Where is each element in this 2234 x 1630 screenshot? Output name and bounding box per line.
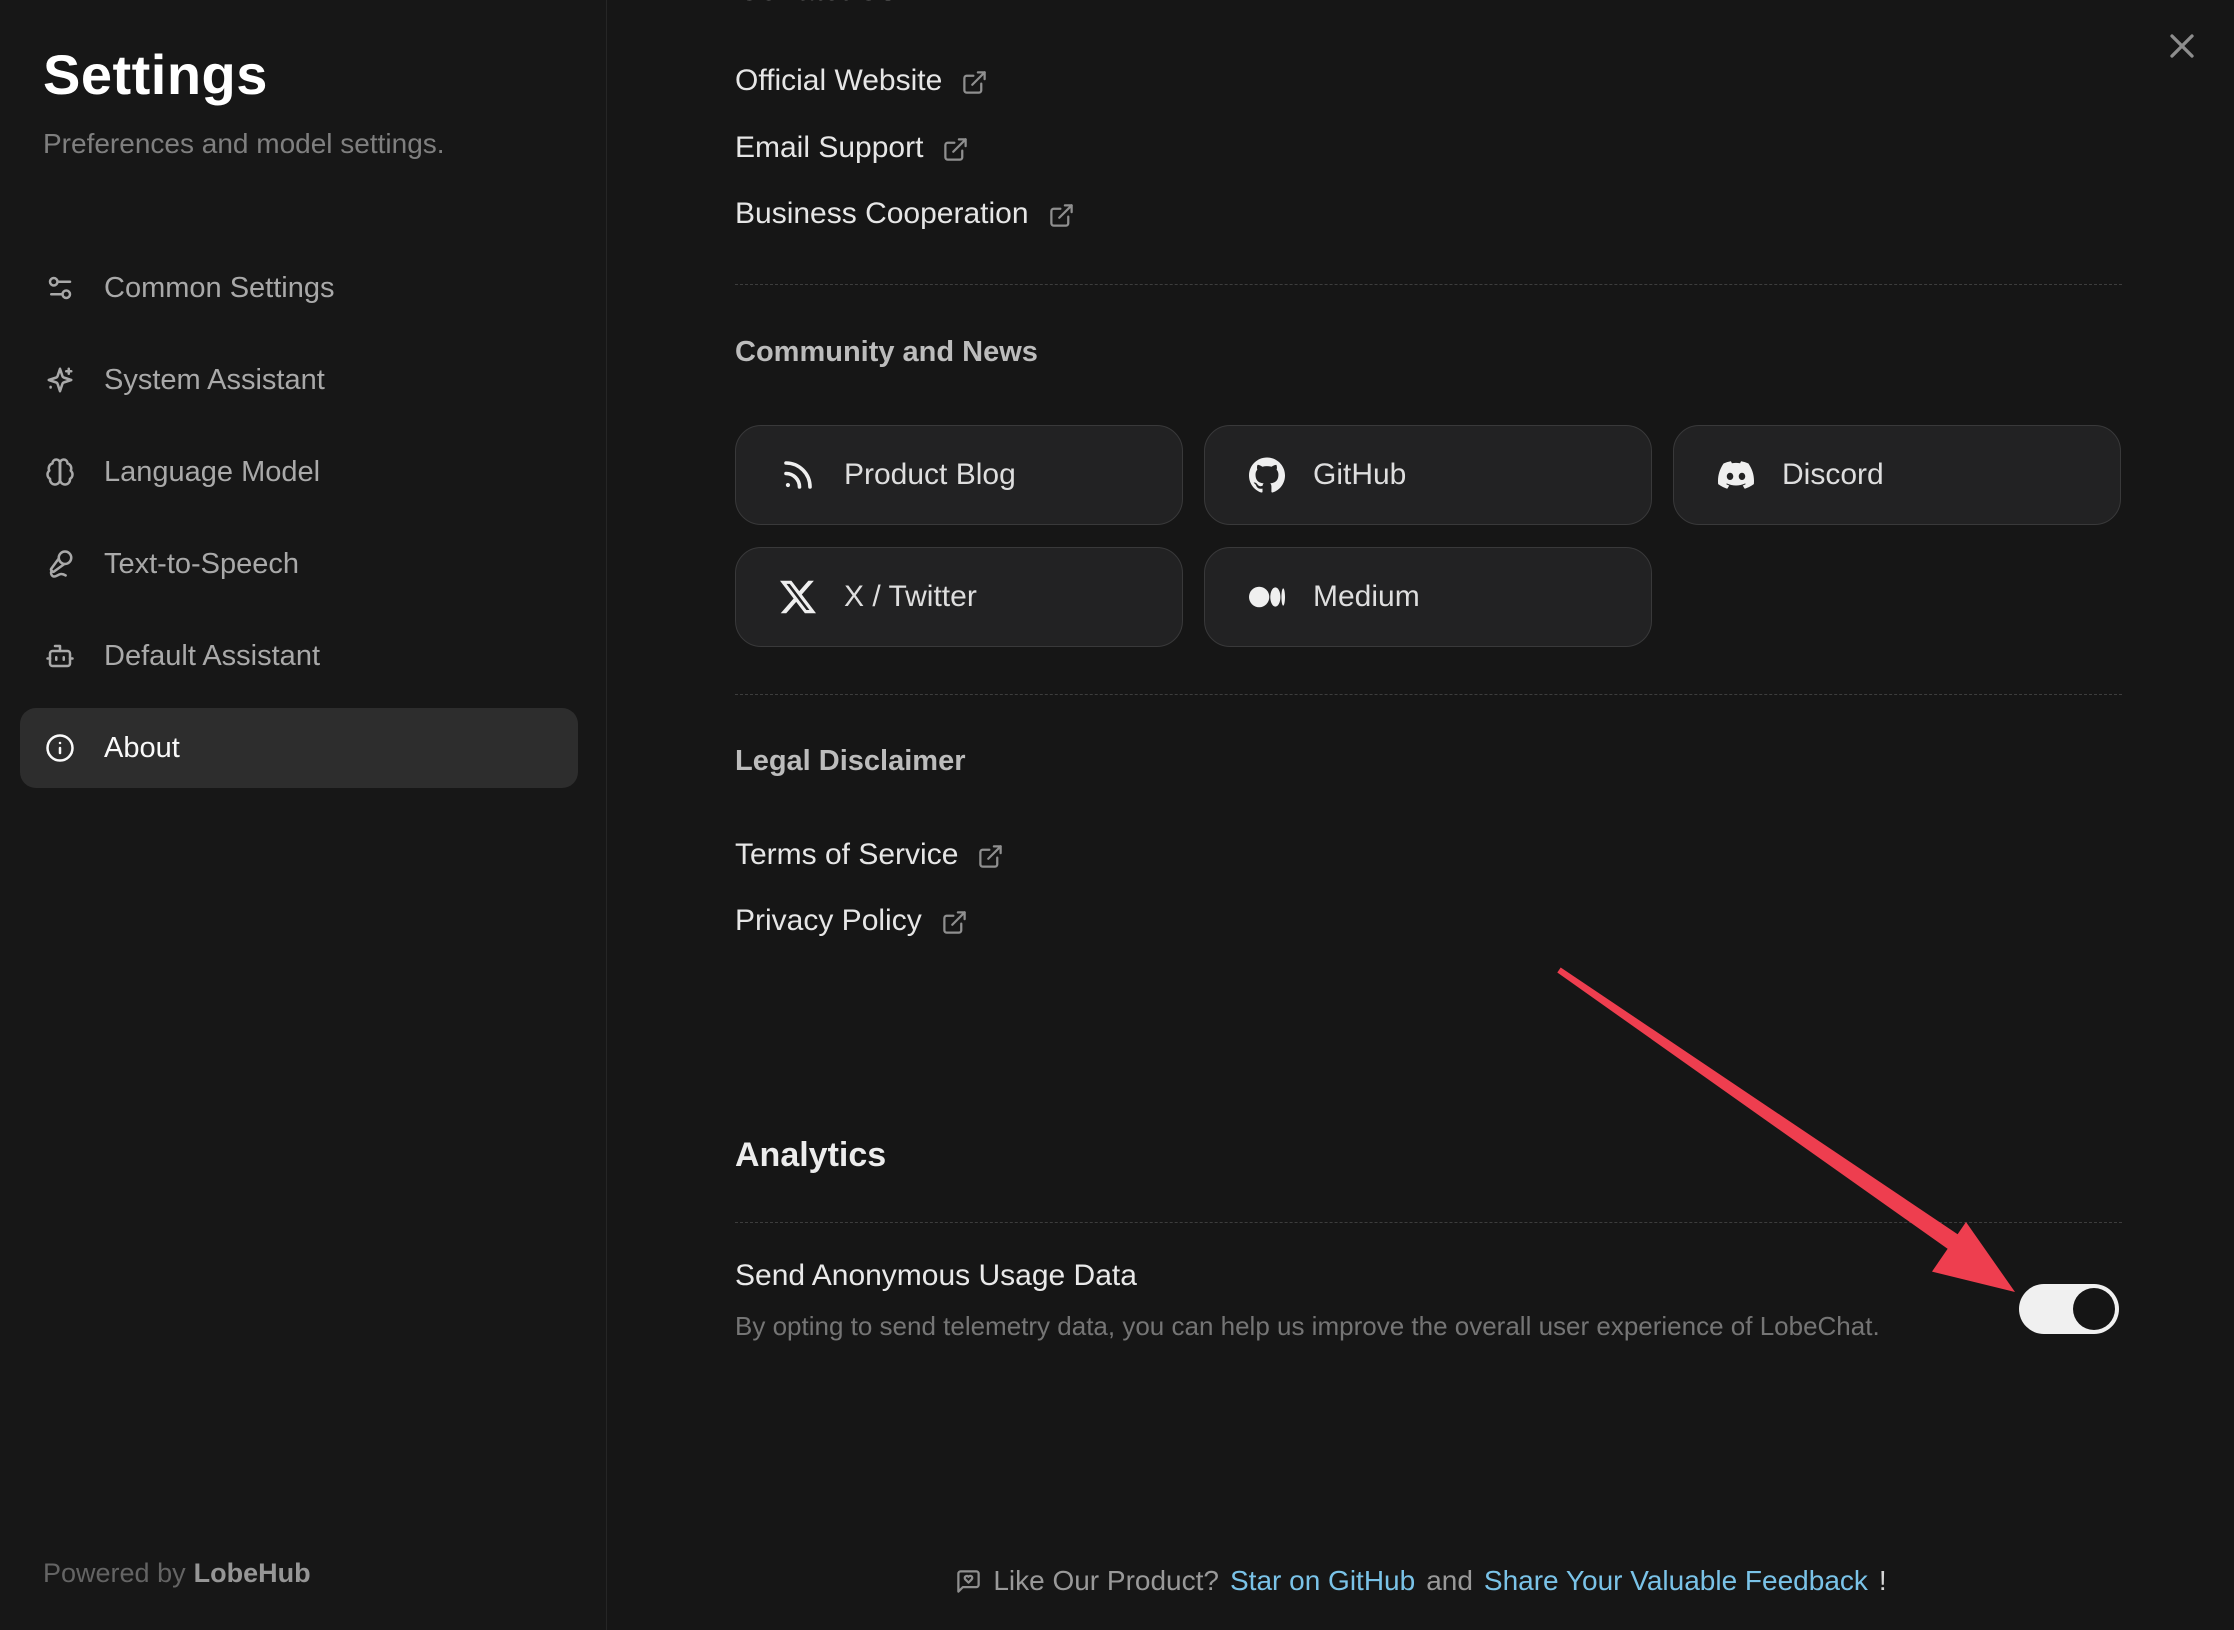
sidebar-item-common-settings[interactable]: Common Settings bbox=[20, 248, 578, 328]
note-prefix: Like Our Product? bbox=[993, 1565, 1219, 1597]
sidebar-item-system-assistant[interactable]: System Assistant bbox=[20, 340, 578, 420]
sparkles-icon bbox=[45, 365, 75, 395]
sidebar-item-label: Default Assistant bbox=[104, 640, 320, 673]
discord-button[interactable]: Discord bbox=[1673, 425, 2121, 525]
sidebar-item-label: Text-to-Speech bbox=[104, 548, 299, 581]
link-label: Privacy Policy bbox=[735, 904, 922, 938]
rss-icon bbox=[780, 457, 816, 493]
external-link-icon bbox=[977, 843, 1004, 870]
about-content: Contact Us Official Website Email Suppor… bbox=[735, 0, 2122, 1630]
brand-logo[interactable]: LobeHub bbox=[194, 1558, 311, 1588]
microphone-icon bbox=[45, 549, 75, 579]
medium-button[interactable]: Medium bbox=[1204, 547, 1652, 647]
sidebar-item-label: Language Model bbox=[104, 456, 320, 489]
usage-data-toggle[interactable] bbox=[2019, 1284, 2119, 1334]
github-button[interactable]: GitHub bbox=[1204, 425, 1652, 525]
bottom-note: Like Our Product? Star on GitHub and Sha… bbox=[608, 1559, 2234, 1603]
sidebar-item-language-model[interactable]: Language Model bbox=[20, 432, 578, 512]
terms-of-service-link[interactable]: Terms of Service bbox=[735, 835, 1004, 875]
business-cooperation-link[interactable]: Business Cooperation bbox=[735, 194, 1075, 234]
discord-icon bbox=[1718, 457, 1754, 493]
email-support-link[interactable]: Email Support bbox=[735, 128, 969, 168]
button-label: Medium bbox=[1313, 580, 1420, 614]
page-title: Settings bbox=[43, 42, 268, 107]
sidebar-item-default-assistant[interactable]: Default Assistant bbox=[20, 616, 578, 696]
sidebar-item-label: About bbox=[104, 732, 180, 765]
bot-icon bbox=[45, 641, 75, 671]
usage-data-description: By opting to send telemetry data, you ca… bbox=[735, 1311, 1880, 1342]
link-label: Business Cooperation bbox=[735, 197, 1029, 231]
sidebar-item-text-to-speech[interactable]: Text-to-Speech bbox=[20, 524, 578, 604]
contact-us-heading: Contact Us bbox=[738, 0, 896, 8]
legal-heading: Legal Disclaimer bbox=[735, 745, 966, 778]
share-feedback-link[interactable]: Share Your Valuable Feedback bbox=[1484, 1565, 1868, 1597]
button-label: Discord bbox=[1782, 458, 1884, 492]
medium-icon bbox=[1249, 579, 1285, 615]
button-label: GitHub bbox=[1313, 458, 1406, 492]
privacy-policy-link[interactable]: Privacy Policy bbox=[735, 901, 968, 941]
link-label: Terms of Service bbox=[735, 838, 958, 872]
sidebar-item-label: Common Settings bbox=[104, 272, 335, 305]
section-divider bbox=[735, 1222, 2122, 1223]
page-subtitle: Preferences and model settings. bbox=[43, 128, 445, 160]
note-suffix: ! bbox=[1879, 1565, 1887, 1597]
info-icon bbox=[45, 733, 75, 763]
external-link-icon bbox=[961, 69, 988, 96]
powered-by: Powered by LobeHub bbox=[43, 1558, 311, 1589]
section-divider bbox=[735, 284, 2122, 285]
settings-sidebar: Settings Preferences and model settings.… bbox=[0, 0, 607, 1630]
usage-data-title: Send Anonymous Usage Data bbox=[735, 1259, 1137, 1293]
external-link-icon bbox=[942, 136, 969, 163]
official-website-link[interactable]: Official Website bbox=[735, 61, 988, 101]
message-heart-icon bbox=[955, 1568, 982, 1595]
product-blog-button[interactable]: Product Blog bbox=[735, 425, 1183, 525]
external-link-icon bbox=[1048, 202, 1075, 229]
powered-by-text: Powered by bbox=[43, 1558, 186, 1588]
analytics-heading: Analytics bbox=[735, 1136, 886, 1175]
note-connector: and bbox=[1426, 1565, 1473, 1597]
button-label: Product Blog bbox=[844, 458, 1016, 492]
settings-nav: Common Settings System Assistant Languag… bbox=[20, 248, 578, 788]
sidebar-item-label: System Assistant bbox=[104, 364, 325, 397]
close-button[interactable] bbox=[2158, 22, 2206, 70]
x-twitter-button[interactable]: X / Twitter bbox=[735, 547, 1183, 647]
section-divider bbox=[735, 694, 2122, 695]
external-link-icon bbox=[941, 909, 968, 936]
star-on-github-link[interactable]: Star on GitHub bbox=[1230, 1565, 1415, 1597]
toggle-knob bbox=[2073, 1288, 2115, 1330]
link-label: Email Support bbox=[735, 131, 923, 165]
about-panel: Contact Us Official Website Email Suppor… bbox=[608, 0, 2234, 1630]
community-buttons: Product Blog GitHub Discord bbox=[735, 425, 2127, 647]
x-twitter-icon bbox=[780, 579, 816, 615]
brain-icon bbox=[45, 457, 75, 487]
close-icon bbox=[2162, 26, 2202, 66]
sidebar-item-about[interactable]: About bbox=[20, 708, 578, 788]
github-icon bbox=[1249, 457, 1285, 493]
link-label: Official Website bbox=[735, 64, 942, 98]
sliders-icon bbox=[45, 273, 75, 303]
community-heading: Community and News bbox=[735, 336, 1038, 369]
button-label: X / Twitter bbox=[844, 580, 977, 614]
settings-page: Settings Preferences and model settings.… bbox=[0, 0, 2234, 1630]
